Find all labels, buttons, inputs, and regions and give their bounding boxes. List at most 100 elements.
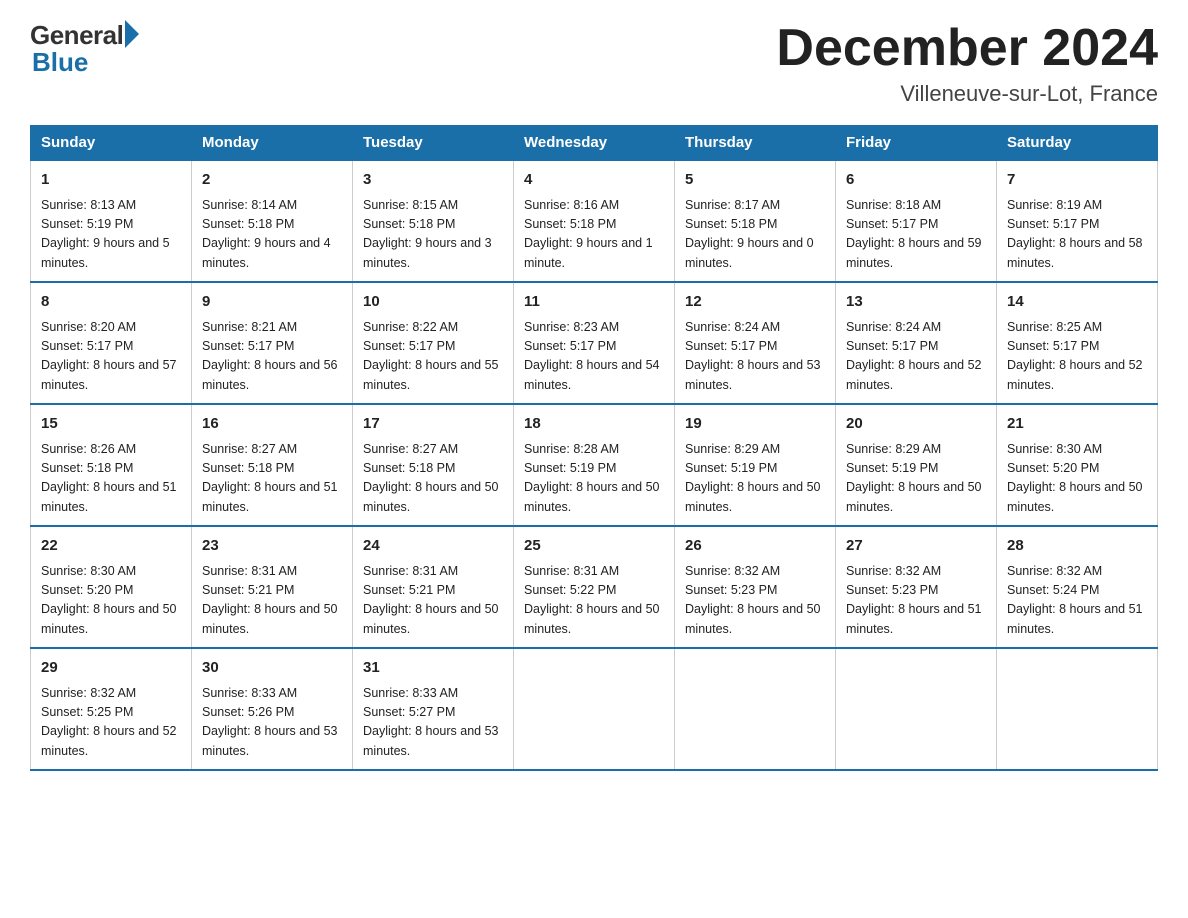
day-number: 5 — [685, 169, 825, 192]
calendar-cell: 3 Sunrise: 8:15 AMSunset: 5:18 PMDaylight… — [353, 160, 514, 282]
day-info: Sunrise: 8:21 AMSunset: 5:17 PMDaylight:… — [202, 318, 342, 396]
day-info: Sunrise: 8:25 AMSunset: 5:17 PMDaylight:… — [1007, 318, 1147, 396]
day-info: Sunrise: 8:22 AMSunset: 5:17 PMDaylight:… — [363, 318, 503, 396]
calendar-cell: 11 Sunrise: 8:23 AMSunset: 5:17 PMDayligh… — [514, 282, 675, 404]
day-number: 12 — [685, 291, 825, 314]
header-cell-saturday: Saturday — [997, 126, 1158, 161]
calendar-cell: 25 Sunrise: 8:31 AMSunset: 5:22 PMDayligh… — [514, 526, 675, 648]
day-number: 25 — [524, 535, 664, 558]
day-number: 1 — [41, 169, 181, 192]
day-number: 31 — [363, 657, 503, 680]
day-info: Sunrise: 8:14 AMSunset: 5:18 PMDaylight:… — [202, 196, 342, 274]
day-info: Sunrise: 8:31 AMSunset: 5:22 PMDaylight:… — [524, 562, 664, 640]
calendar-cell: 14Sunrise: 8:25 AMSunset: 5:17 PMDayligh… — [997, 282, 1158, 404]
day-info: Sunrise: 8:17 AMSunset: 5:18 PMDaylight:… — [685, 196, 825, 274]
day-number: 16 — [202, 413, 342, 436]
calendar-cell: 20Sunrise: 8:29 AMSunset: 5:19 PMDayligh… — [836, 404, 997, 526]
month-title: December 2024 — [776, 20, 1158, 77]
day-number: 26 — [685, 535, 825, 558]
day-info: Sunrise: 8:30 AMSunset: 5:20 PMDaylight:… — [41, 562, 181, 640]
header-cell-wednesday: Wednesday — [514, 126, 675, 161]
logo-arrow-icon — [125, 20, 139, 48]
calendar-cell: 15 Sunrise: 8:26 AMSunset: 5:18 PMDayligh… — [31, 404, 192, 526]
calendar-cell: 28Sunrise: 8:32 AMSunset: 5:24 PMDayligh… — [997, 526, 1158, 648]
day-info: Sunrise: 8:20 AMSunset: 5:17 PMDaylight:… — [41, 318, 181, 396]
day-info: Sunrise: 8:32 AMSunset: 5:25 PMDaylight:… — [41, 684, 181, 762]
day-info: Sunrise: 8:33 AMSunset: 5:27 PMDaylight:… — [363, 684, 503, 762]
day-info: Sunrise: 8:30 AMSunset: 5:20 PMDaylight:… — [1007, 440, 1147, 518]
day-number: 6 — [846, 169, 986, 192]
day-number: 29 — [41, 657, 181, 680]
header-cell-thursday: Thursday — [675, 126, 836, 161]
calendar-body: 1 Sunrise: 8:13 AMSunset: 5:19 PMDaylight… — [31, 160, 1158, 770]
day-number: 15 — [41, 413, 181, 436]
day-number: 19 — [685, 413, 825, 436]
day-number: 8 — [41, 291, 181, 314]
day-info: Sunrise: 8:27 AMSunset: 5:18 PMDaylight:… — [202, 440, 342, 518]
day-number: 9 — [202, 291, 342, 314]
header-row: SundayMondayTuesdayWednesdayThursdayFrid… — [31, 126, 1158, 161]
calendar-cell: 18 Sunrise: 8:28 AMSunset: 5:19 PMDayligh… — [514, 404, 675, 526]
calendar-cell — [997, 648, 1158, 770]
header-cell-friday: Friday — [836, 126, 997, 161]
calendar-header: SundayMondayTuesdayWednesdayThursdayFrid… — [31, 126, 1158, 161]
day-number: 23 — [202, 535, 342, 558]
day-info: Sunrise: 8:32 AMSunset: 5:24 PMDaylight:… — [1007, 562, 1147, 640]
calendar-cell: 26 Sunrise: 8:32 AMSunset: 5:23 PMDayligh… — [675, 526, 836, 648]
day-number: 11 — [524, 291, 664, 314]
week-row-1: 1 Sunrise: 8:13 AMSunset: 5:19 PMDaylight… — [31, 160, 1158, 282]
location-title: Villeneuve-sur-Lot, France — [776, 81, 1158, 107]
day-info: Sunrise: 8:31 AMSunset: 5:21 PMDaylight:… — [202, 562, 342, 640]
day-info: Sunrise: 8:18 AMSunset: 5:17 PMDaylight:… — [846, 196, 986, 274]
header-cell-tuesday: Tuesday — [353, 126, 514, 161]
calendar-cell: 6 Sunrise: 8:18 AMSunset: 5:17 PMDaylight… — [836, 160, 997, 282]
calendar-cell — [836, 648, 997, 770]
day-number: 3 — [363, 169, 503, 192]
calendar-table: SundayMondayTuesdayWednesdayThursdayFrid… — [30, 125, 1158, 771]
day-number: 17 — [363, 413, 503, 436]
calendar-cell: 9 Sunrise: 8:21 AMSunset: 5:17 PMDaylight… — [192, 282, 353, 404]
day-info: Sunrise: 8:27 AMSunset: 5:18 PMDaylight:… — [363, 440, 503, 518]
calendar-cell: 12Sunrise: 8:24 AMSunset: 5:17 PMDayligh… — [675, 282, 836, 404]
day-number: 10 — [363, 291, 503, 314]
day-number: 21 — [1007, 413, 1147, 436]
day-number: 30 — [202, 657, 342, 680]
day-info: Sunrise: 8:24 AMSunset: 5:17 PMDaylight:… — [846, 318, 986, 396]
day-info: Sunrise: 8:19 AMSunset: 5:17 PMDaylight:… — [1007, 196, 1147, 274]
week-row-4: 22Sunrise: 8:30 AMSunset: 5:20 PMDayligh… — [31, 526, 1158, 648]
day-info: Sunrise: 8:26 AMSunset: 5:18 PMDaylight:… — [41, 440, 181, 518]
calendar-cell: 2 Sunrise: 8:14 AMSunset: 5:18 PMDaylight… — [192, 160, 353, 282]
day-info: Sunrise: 8:15 AMSunset: 5:18 PMDaylight:… — [363, 196, 503, 274]
calendar-cell: 19Sunrise: 8:29 AMSunset: 5:19 PMDayligh… — [675, 404, 836, 526]
title-section: December 2024 Villeneuve-sur-Lot, France — [776, 20, 1158, 107]
day-info: Sunrise: 8:23 AMSunset: 5:17 PMDaylight:… — [524, 318, 664, 396]
day-number: 7 — [1007, 169, 1147, 192]
calendar-cell: 23 Sunrise: 8:31 AMSunset: 5:21 PMDayligh… — [192, 526, 353, 648]
page-header: General Blue December 2024 Villeneuve-su… — [30, 20, 1158, 107]
calendar-cell — [675, 648, 836, 770]
logo: General Blue — [30, 20, 139, 78]
logo-blue-text: Blue — [30, 47, 88, 78]
day-info: Sunrise: 8:33 AMSunset: 5:26 PMDaylight:… — [202, 684, 342, 762]
day-number: 13 — [846, 291, 986, 314]
day-number: 4 — [524, 169, 664, 192]
day-info: Sunrise: 8:16 AMSunset: 5:18 PMDaylight:… — [524, 196, 664, 274]
day-info: Sunrise: 8:31 AMSunset: 5:21 PMDaylight:… — [363, 562, 503, 640]
week-row-3: 15 Sunrise: 8:26 AMSunset: 5:18 PMDayligh… — [31, 404, 1158, 526]
calendar-cell: 17 Sunrise: 8:27 AMSunset: 5:18 PMDayligh… — [353, 404, 514, 526]
day-info: Sunrise: 8:13 AMSunset: 5:19 PMDaylight:… — [41, 196, 181, 274]
day-number: 20 — [846, 413, 986, 436]
day-number: 18 — [524, 413, 664, 436]
calendar-cell: 27Sunrise: 8:32 AMSunset: 5:23 PMDayligh… — [836, 526, 997, 648]
calendar-cell: 7 Sunrise: 8:19 AMSunset: 5:17 PMDaylight… — [997, 160, 1158, 282]
day-number: 2 — [202, 169, 342, 192]
calendar-cell: 16 Sunrise: 8:27 AMSunset: 5:18 PMDayligh… — [192, 404, 353, 526]
day-info: Sunrise: 8:32 AMSunset: 5:23 PMDaylight:… — [685, 562, 825, 640]
day-info: Sunrise: 8:28 AMSunset: 5:19 PMDaylight:… — [524, 440, 664, 518]
calendar-cell: 13 Sunrise: 8:24 AMSunset: 5:17 PMDayligh… — [836, 282, 997, 404]
week-row-2: 8 Sunrise: 8:20 AMSunset: 5:17 PMDaylight… — [31, 282, 1158, 404]
calendar-cell: 1 Sunrise: 8:13 AMSunset: 5:19 PMDaylight… — [31, 160, 192, 282]
calendar-cell: 21 Sunrise: 8:30 AMSunset: 5:20 PMDayligh… — [997, 404, 1158, 526]
calendar-cell: 29 Sunrise: 8:32 AMSunset: 5:25 PMDayligh… — [31, 648, 192, 770]
calendar-cell: 24Sunrise: 8:31 AMSunset: 5:21 PMDayligh… — [353, 526, 514, 648]
